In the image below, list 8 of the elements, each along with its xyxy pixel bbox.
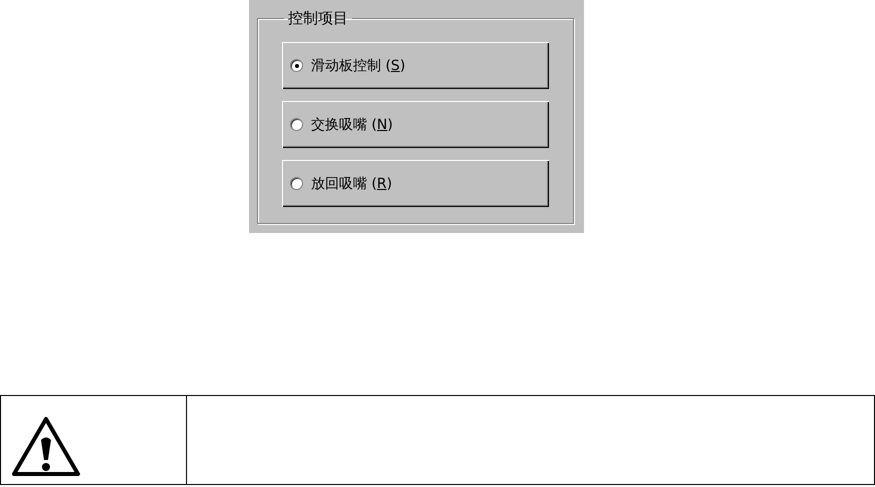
group-title: 控制项目 — [287, 9, 349, 28]
option-button[interactable]: 滑动板控制 (S) — [282, 42, 549, 89]
radio-button[interactable] — [290, 177, 303, 190]
radio-button[interactable] — [290, 118, 303, 131]
option-button[interactable]: 交换吸嘴 (N) — [282, 101, 549, 148]
radio-button[interactable] — [290, 59, 303, 72]
warning-icon — [11, 416, 81, 478]
option-button[interactable]: 放回吸嘴 (R) — [282, 160, 549, 207]
